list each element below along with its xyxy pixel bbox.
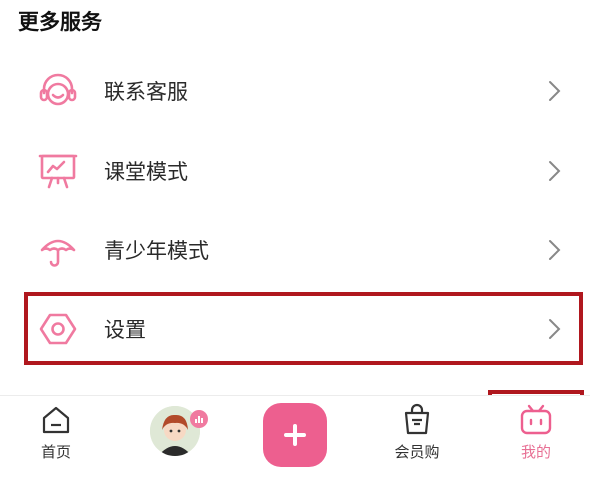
chevron-right-icon	[549, 240, 561, 260]
section-title: 更多服务	[18, 10, 102, 34]
menu-item-classroom-mode[interactable]: 课堂模式	[28, 139, 584, 203]
umbrella-icon	[36, 228, 80, 272]
menu-item-teen-mode[interactable]: 青少年模式	[28, 218, 584, 282]
tab-label: 我的	[520, 443, 551, 461]
publish-button[interactable]	[263, 403, 327, 467]
menu-item-label: 联系客服	[104, 80, 188, 104]
tab-label: 首页	[40, 443, 71, 461]
menu-item-contact-support[interactable]: 联系客服	[28, 59, 584, 123]
tab-label: 会员购	[394, 443, 440, 461]
tab-mine[interactable]: 我的	[503, 403, 569, 483]
tab-home[interactable]: 首页	[26, 403, 86, 483]
menu-item-label: 课堂模式	[104, 160, 188, 184]
chevron-right-icon	[549, 81, 561, 101]
live-badge-icon	[190, 410, 208, 428]
tv-mascot-icon	[520, 404, 552, 435]
shopping-bag-icon	[404, 403, 430, 435]
plus-icon	[284, 424, 306, 446]
chevron-right-icon	[549, 161, 561, 181]
headset-icon	[36, 69, 80, 113]
classroom-board-icon	[36, 149, 80, 193]
settings-highlight-box	[24, 292, 583, 365]
tab-vip-shop[interactable]: 会员购	[385, 403, 449, 483]
menu-item-label: 青少年模式	[104, 239, 209, 263]
home-icon	[42, 406, 70, 434]
